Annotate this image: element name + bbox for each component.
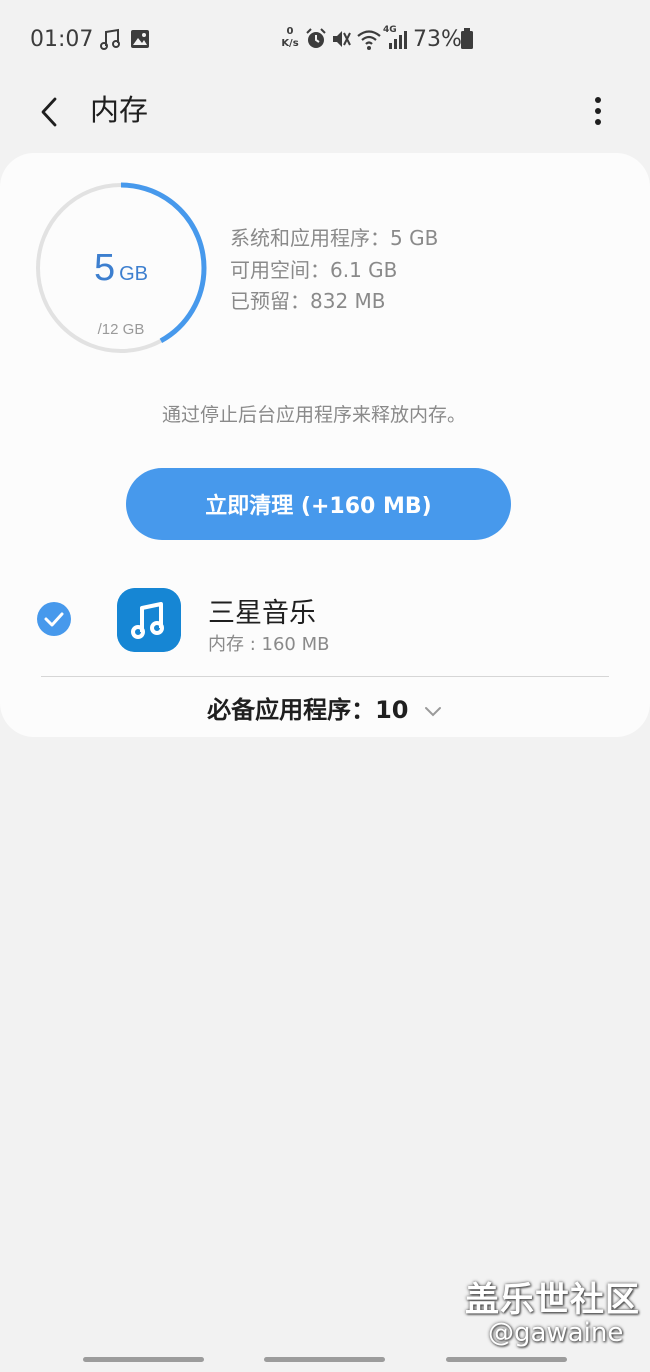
stat-reserved: 已预留：832 MB <box>230 289 386 313</box>
screen: 01:07 0 K/s 4G 73% 内存 5 GB /12 GB 系统和应用程… <box>0 0 650 1372</box>
divider <box>41 676 609 677</box>
status-bar: 01:07 0 K/s 4G 73% <box>0 0 650 80</box>
memory-used: 5 GB <box>34 247 208 290</box>
battery-icon <box>461 28 473 49</box>
app-memory: 内存 : 160 MB <box>208 634 330 655</box>
memory-used-unit: GB <box>119 263 149 285</box>
image-icon <box>131 30 149 48</box>
watermark-user: @gawaine <box>488 1318 624 1348</box>
net-speed: 0 K/s <box>279 26 301 50</box>
signal-icon <box>389 31 407 49</box>
essential-apps-label: 必备应用程序：10 <box>207 696 409 724</box>
memory-stats: 系统和应用程序：5 GB 可用空间：6.1 GB 已预留：832 MB <box>230 223 438 318</box>
nav-back-button[interactable] <box>446 1357 567 1362</box>
clean-now-button[interactable]: 立即清理 (+160 MB) <box>126 468 511 540</box>
battery-percent: 73% <box>413 27 462 52</box>
net-speed-unit: K/s <box>281 38 299 49</box>
memory-card: 5 GB /12 GB 系统和应用程序：5 GB 可用空间：6.1 GB 已预留：… <box>0 153 650 737</box>
back-button[interactable] <box>28 90 72 134</box>
memory-total: /12 GB <box>97 321 145 338</box>
music-note-icon <box>100 28 120 50</box>
status-time: 01:07 <box>30 27 94 52</box>
memory-used-value: 5 <box>93 247 116 289</box>
nav-home-button[interactable] <box>264 1357 385 1362</box>
mute-icon <box>333 31 351 47</box>
samsung-music-app-icon <box>117 588 181 652</box>
memory-gauge: 5 GB /12 GB <box>34 181 208 355</box>
net-speed-value: 0 <box>286 26 294 37</box>
list-item[interactable]: 三星音乐 内存 : 160 MB <box>0 573 650 677</box>
app-bar: 内存 <box>0 80 650 142</box>
checkbox-checked-icon[interactable] <box>37 602 71 636</box>
app-name: 三星音乐 <box>208 598 316 629</box>
essential-apps-toggle[interactable]: 必备应用程序：10 <box>0 690 650 725</box>
stat-system-apps: 系统和应用程序：5 GB <box>230 226 439 250</box>
watermark-title: 盖乐世社区 <box>465 1280 640 1320</box>
nav-recents-button[interactable] <box>83 1357 204 1362</box>
stat-available: 可用空间：6.1 GB <box>230 257 398 282</box>
more-options-button[interactable] <box>578 92 618 132</box>
alarm-icon <box>306 28 326 48</box>
wifi-icon <box>357 30 381 50</box>
chevron-down-icon <box>424 707 441 717</box>
free-memory-hint: 通过停止后台应用程序来释放内存。 <box>161 404 466 426</box>
page-title: 内存 <box>90 93 149 127</box>
